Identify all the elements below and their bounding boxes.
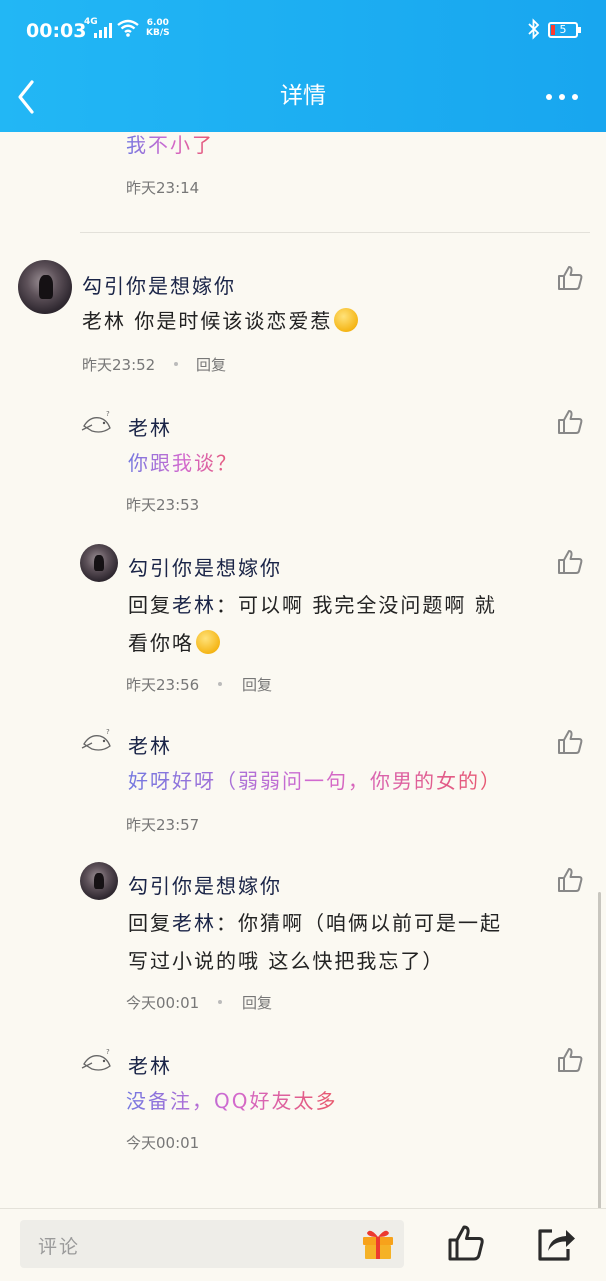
reply-text-a: ：可以啊 我完全没问题啊 就: [216, 593, 497, 617]
avatar[interactable]: [18, 260, 72, 314]
reply-button[interactable]: 回复: [242, 674, 272, 695]
network-speed: 6.00 KB/S: [146, 18, 170, 38]
reply-button[interactable]: 回复: [196, 354, 226, 375]
separator-dot: [218, 682, 222, 686]
reply-text-line1: 回复老林：你猜啊（咱俩以前可是一起: [128, 904, 590, 942]
reply-time: 今天00:01: [126, 994, 200, 1012]
reply-prefix: 回复: [128, 593, 172, 617]
battery-level: 5: [559, 23, 567, 36]
reply-to-name[interactable]: 老林: [172, 593, 216, 617]
comment-author[interactable]: 勾引你是想嫁你: [82, 270, 236, 299]
thumbs-up-icon[interactable]: [556, 728, 584, 756]
svg-text:?: ?: [106, 728, 110, 736]
thumbs-up-icon[interactable]: [556, 548, 584, 576]
reply-text-b: 看你咯: [128, 631, 194, 655]
reply-text: 我不小了: [126, 132, 214, 164]
reply-time: 今天00:01: [126, 1134, 200, 1152]
reply-time: 昨天23:56: [126, 676, 200, 694]
bird-avatar-icon[interactable]: ?: [80, 408, 116, 438]
comment-placeholder: 评论: [38, 1236, 81, 1258]
reply-author[interactable]: 勾引你是想嫁你: [128, 870, 282, 899]
battery-icon: 5: [548, 22, 581, 38]
reply-text: 你跟我谈？: [128, 444, 238, 482]
reply-text: 好呀好呀（弱弱问一句，你男的女的）: [128, 762, 502, 800]
thumbs-up-icon[interactable]: [556, 1046, 584, 1074]
bird-avatar-icon[interactable]: ?: [80, 1046, 116, 1076]
grinning-face-icon: [196, 630, 220, 654]
separator-dot: [218, 1000, 222, 1004]
share-icon[interactable]: [534, 1223, 576, 1263]
reply-text-line1: 回复老林：可以啊 我完全没问题啊 就: [128, 586, 578, 624]
reply-text: 回复老林：可以啊 我完全没问题啊 就 看你咯: [128, 586, 578, 662]
thumbs-up-icon[interactable]: [556, 264, 584, 292]
reply-author[interactable]: 老林: [128, 412, 172, 441]
divider: [80, 232, 590, 233]
more-dots-icon[interactable]: [540, 86, 584, 106]
thumbs-up-icon[interactable]: [556, 408, 584, 436]
thumbs-up-icon[interactable]: [446, 1223, 486, 1263]
avatar[interactable]: [80, 862, 118, 900]
comment-input[interactable]: 评论: [20, 1220, 404, 1268]
reply-author[interactable]: 老林: [128, 730, 172, 759]
reply-text-line2: 写过小说的哦 这么快把我忘了）: [128, 942, 590, 980]
svg-text:?: ?: [106, 410, 110, 418]
wifi-icon: [117, 19, 139, 37]
status-time: 00:03: [26, 20, 87, 42]
reply-time: 昨天23:14: [126, 179, 200, 197]
thumbs-up-icon[interactable]: [556, 866, 584, 894]
status-bar: 00:03 4G 6.00 KB/S 5: [0, 0, 606, 62]
reply-time: 昨天23:57: [126, 816, 200, 834]
separator-dot: [174, 362, 178, 366]
bottom-bar: 评论: [0, 1208, 606, 1281]
reply-prefix: 回复: [128, 911, 172, 935]
reply-button[interactable]: 回复: [242, 992, 272, 1013]
network-type: 4G: [84, 17, 98, 27]
bird-avatar-icon[interactable]: ?: [80, 726, 116, 756]
reply-text-b: 写过小说的哦 这么快把我忘了）: [128, 949, 445, 973]
reply-author[interactable]: 勾引你是想嫁你: [128, 552, 282, 581]
gift-icon[interactable]: [360, 1225, 396, 1261]
comment-list[interactable]: 我不小了 昨天23:14 勾引你是想嫁你 老林 你是时候该谈恋爱惹 昨天23:5…: [0, 132, 606, 1208]
title-bar: 详情: [0, 62, 606, 132]
page-title: 详情: [280, 83, 326, 109]
svg-text:?: ?: [106, 1048, 110, 1056]
reply-time: 昨天23:53: [126, 496, 200, 514]
reply-text-line2: 看你咯: [128, 624, 578, 662]
reply-to-name[interactable]: 老林: [172, 911, 216, 935]
reply-text-a: ：你猜啊（咱俩以前可是一起: [216, 911, 502, 935]
bluetooth-icon: [528, 18, 540, 40]
reply-text: 回复老林：你猜啊（咱俩以前可是一起 写过小说的哦 这么快把我忘了）: [128, 904, 590, 980]
scrollbar[interactable]: [598, 892, 601, 1208]
avatar[interactable]: [80, 544, 118, 582]
reply-author[interactable]: 老林: [128, 1050, 172, 1079]
speed-unit: KB/S: [146, 28, 170, 38]
comment-text-content: 老林 你是时候该谈恋爱惹: [82, 309, 333, 333]
comment-time: 昨天23:52: [82, 356, 156, 374]
comment-text: 老林 你是时候该谈恋爱惹: [82, 302, 359, 340]
reply-text: 没备注，QQ好友太多: [126, 1082, 337, 1120]
speed-value: 6.00: [146, 18, 169, 28]
yawning-face-icon: [334, 308, 359, 332]
